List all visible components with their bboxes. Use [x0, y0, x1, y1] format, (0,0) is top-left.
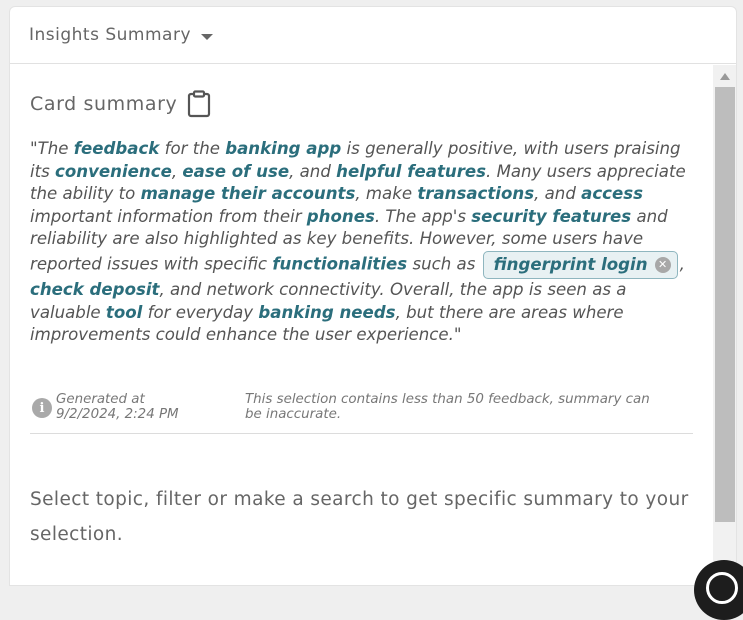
summary-segment: , and	[534, 184, 582, 204]
caret-down-icon[interactable]	[201, 33, 214, 40]
info-icon: i	[32, 398, 52, 418]
keyword-manage-their-accounts[interactable]: manage their accounts	[141, 184, 356, 203]
selection-hint: Select topic, filter or make a search to…	[30, 489, 689, 545]
keyword-banking-app[interactable]: banking app	[225, 139, 341, 158]
vertical-scrollbar[interactable]	[713, 65, 736, 585]
keyword-tool[interactable]: tool	[106, 303, 142, 322]
keyword-phones[interactable]: phones	[307, 207, 375, 226]
generated-time: 9/2/2024, 2:24 PM	[56, 406, 179, 422]
summary-segment: . The app's	[374, 206, 472, 226]
keyword-security-features[interactable]: security features	[471, 207, 631, 226]
keyword-banking-needs[interactable]: banking needs	[258, 303, 395, 322]
keyword-helpful-features[interactable]: helpful features	[336, 162, 486, 181]
insights-summary-panel: Insights Summary Card summary "The feedb…	[9, 6, 737, 586]
chat-launcher-button[interactable]	[694, 560, 743, 620]
summary-segment: such as	[407, 254, 481, 274]
panel-title[interactable]: Insights Summary	[29, 25, 191, 45]
keyword-convenience[interactable]: convenience	[55, 162, 172, 181]
keyword-check-deposit[interactable]: check deposit	[30, 280, 159, 299]
card-title: Card summary	[30, 93, 178, 115]
clipboard-icon[interactable]	[187, 90, 211, 118]
summary-content: Card summary "The feedback for the banki…	[10, 65, 713, 585]
selected-keyword-chip[interactable]: fingerprint login ✕	[482, 250, 678, 279]
keyword-ease-of-use[interactable]: ease of use	[182, 162, 289, 181]
scrollbar-thumb[interactable]	[715, 87, 735, 522]
card-title-row: Card summary	[30, 90, 211, 118]
chip-label: fingerprint login	[493, 254, 648, 274]
summary-segment: ,	[171, 161, 183, 181]
panel-header[interactable]: Insights Summary	[10, 7, 736, 64]
scroll-up-arrow-icon[interactable]	[720, 73, 730, 80]
keyword-access[interactable]: access	[581, 184, 643, 203]
summary-text: "The feedback for the banking app is gen…	[30, 138, 690, 347]
summary-meta: i Generated at 9/2/2024, 2:24 PM This se…	[30, 392, 693, 434]
summary-segment: , make	[355, 184, 418, 204]
summary-segment: "The	[30, 139, 74, 158]
keyword-feedback[interactable]: feedback	[74, 139, 160, 158]
keyword-transactions[interactable]: transactions	[417, 184, 534, 203]
chat-icon	[706, 572, 738, 604]
low-feedback-warning: This selection contains less than 50 fee…	[245, 392, 650, 422]
summary-segment: ,	[679, 254, 685, 274]
summary-segment: , and	[289, 161, 337, 181]
summary-segment: important information from their	[30, 206, 307, 226]
summary-segment: for the	[159, 139, 226, 158]
close-circle-icon[interactable]: ✕	[654, 256, 671, 273]
keyword-functionalities[interactable]: functionalities	[272, 254, 407, 273]
generated-label: Generated at	[56, 392, 145, 407]
summary-segment: for everyday	[142, 302, 259, 322]
generated-timestamp: Generated at 9/2/2024, 2:24 PM	[56, 392, 179, 422]
